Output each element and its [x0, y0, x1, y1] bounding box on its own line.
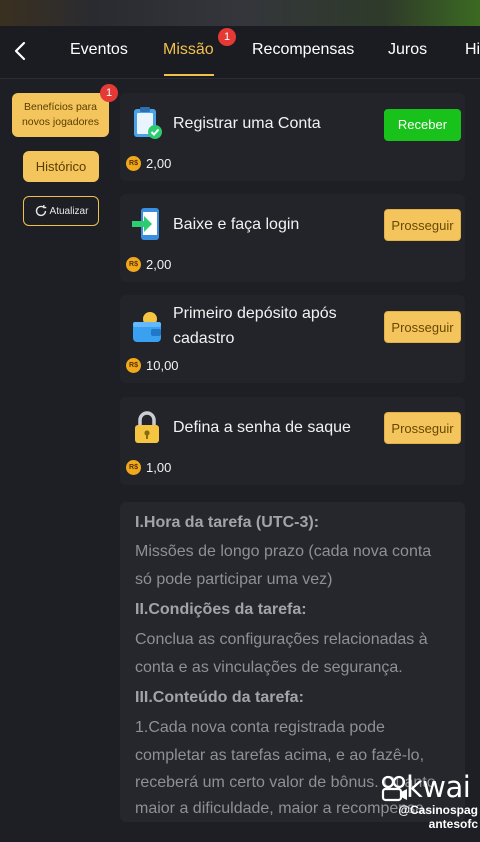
kwai-username-line2: antesofc — [428, 817, 478, 831]
reward-value: 10,00 — [146, 358, 179, 373]
task-reward: R$ 2,00 — [126, 156, 171, 171]
task-title: Registrar uma Conta — [173, 115, 321, 132]
prosseguir-button[interactable]: Prosseguir — [384, 209, 461, 241]
task-card-baixe: Baixe e faça login Prosseguir R$ 2,00 — [120, 194, 465, 282]
task-title-line1: Primeiro depósito após — [173, 305, 337, 322]
kwai-watermark: kwai @Casinospag antesofc — [376, 770, 480, 831]
rules-text: 1.Cada nova conta registrada pode — [135, 719, 385, 736]
kwai-username: @Casinospag antesofc — [382, 803, 478, 831]
rules-heading-conteudo: III.Conteúdo da tarefa: — [135, 689, 304, 706]
rules-text: só pode participar uma vez) — [135, 571, 333, 588]
task-reward: R$ 1,00 — [126, 460, 171, 475]
reward-value: 1,00 — [146, 460, 172, 475]
refresh-icon — [35, 205, 46, 217]
kwai-username-line1: @Casinospag — [398, 803, 478, 817]
atualizar-button[interactable]: Atualizar — [23, 196, 99, 226]
tab-juros[interactable]: Juros — [388, 41, 427, 59]
tab-missao-badge: 1 — [218, 28, 236, 46]
wallet-icon — [133, 312, 161, 342]
task-card-registrar: Registrar uma Conta Receber R$ 2,00 — [120, 93, 465, 181]
task-card-senha: Defina a senha de saque Prosseguir R$ 1,… — [120, 397, 465, 485]
historico-button[interactable]: Histórico — [23, 151, 99, 182]
rules-text: completar as tarefas acima, e ao fazê-lo… — [135, 747, 425, 764]
back-arrow-icon[interactable] — [10, 38, 32, 64]
clipboard-check-icon — [134, 107, 162, 139]
phone-download-icon — [132, 208, 159, 240]
currency-coin-icon: R$ — [126, 358, 141, 373]
task-reward: R$ 2,00 — [126, 257, 171, 272]
beneficios-label-line1: Benefícios para — [24, 101, 97, 113]
rules-text: Missões de longo prazo (cada nova conta — [135, 543, 432, 560]
rules-text: Conclua as configurações relacionadas à — [135, 631, 428, 648]
receber-button[interactable]: Receber — [384, 109, 461, 141]
kwai-logo-icon — [381, 775, 407, 802]
task-title-line2: cadastro — [173, 330, 235, 347]
sidebar-beneficios-button[interactable]: Benefícios para novos jogadores — [12, 93, 109, 137]
tab-missao[interactable]: Missão — [163, 41, 214, 59]
task-title: Defina a senha de saque — [173, 419, 351, 436]
currency-coin-icon: R$ — [126, 460, 141, 475]
beneficios-badge: 1 — [100, 84, 118, 102]
tab-eventos[interactable]: Eventos — [70, 41, 128, 59]
beneficios-label-line2: novos jogadores — [21, 116, 100, 128]
currency-coin-icon: R$ — [126, 257, 141, 272]
tab-recompensas[interactable]: Recompensas — [252, 41, 354, 59]
prosseguir-button[interactable]: Prosseguir — [384, 311, 461, 343]
task-reward: R$ 10,00 — [126, 358, 179, 373]
reward-value: 2,00 — [146, 257, 172, 272]
tab-bar: Eventos Missão 1 Recompensas Juros Hi — [0, 26, 480, 79]
currency-coin-icon: R$ — [126, 156, 141, 171]
task-card-deposito: Primeiro depósito após cadastro Prossegu… — [120, 295, 465, 383]
status-strip — [0, 0, 480, 26]
prosseguir-button[interactable]: Prosseguir — [384, 412, 461, 444]
tab-overflow[interactable]: Hi — [465, 41, 480, 59]
reward-value: 2,00 — [146, 156, 172, 171]
kwai-brand: kwai — [406, 770, 471, 804]
task-title: Baixe e faça login — [173, 216, 300, 233]
active-tab-indicator — [164, 74, 214, 76]
rules-heading-hora: I.Hora da tarefa (UTC-3): — [135, 514, 320, 531]
rules-text: conta e as vinculações de segurança. — [135, 659, 403, 676]
rules-heading-condicoes: II.Condições da tarefa: — [135, 601, 307, 618]
atualizar-label: Atualizar — [49, 205, 89, 217]
lock-icon — [135, 411, 159, 443]
